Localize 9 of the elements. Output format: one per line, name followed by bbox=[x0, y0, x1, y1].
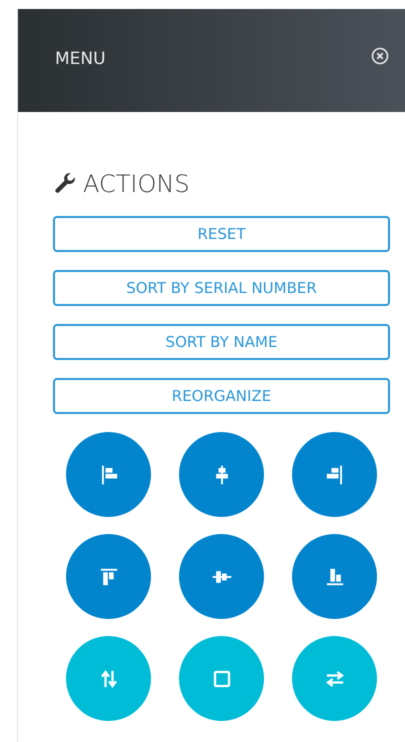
menu-title: MENU bbox=[55, 48, 106, 68]
action-button[interactable]: SORT BY SERIAL NUMBER bbox=[53, 270, 390, 306]
action-button[interactable]: SORT BY NAME bbox=[53, 324, 390, 360]
close-icon bbox=[371, 46, 389, 64]
action-button[interactable]: REORGANIZE bbox=[53, 378, 390, 414]
section-heading: ACTIONS bbox=[83, 170, 190, 198]
action-button[interactable]: RESET bbox=[53, 216, 390, 252]
wrench-icon bbox=[53, 172, 77, 196]
close-button[interactable] bbox=[371, 46, 389, 64]
